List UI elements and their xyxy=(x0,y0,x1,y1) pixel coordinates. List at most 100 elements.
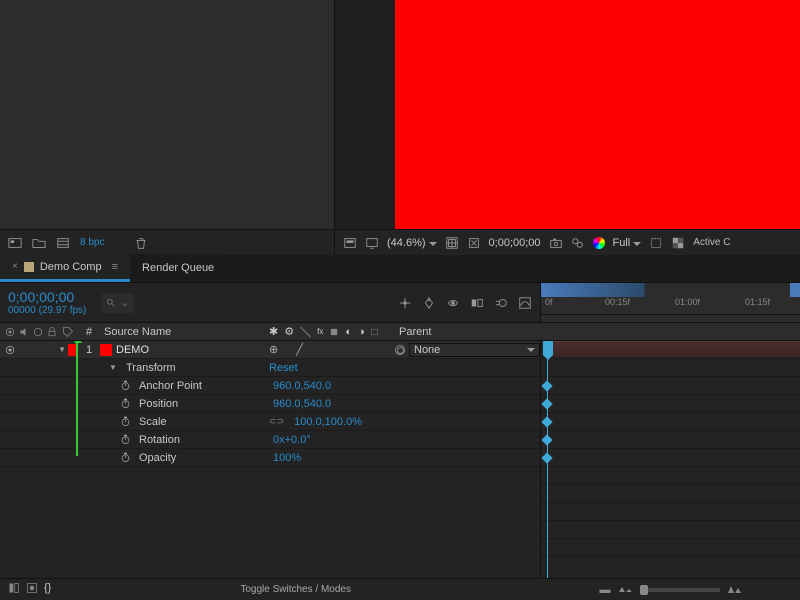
timeline-fps[interactable]: 00000 (29.97 fps) xyxy=(8,305,86,316)
zoom-out-mountain-icon xyxy=(619,587,632,592)
graph-editor-icon[interactable] xyxy=(518,296,532,310)
motion-blur-icon[interactable] xyxy=(494,296,508,310)
stopwatch-icon[interactable] xyxy=(120,434,131,445)
channel-icon[interactable] xyxy=(593,237,605,249)
zoom-in-mountain-icon xyxy=(728,586,741,593)
layer-index: 1 xyxy=(78,344,100,356)
property-value[interactable]: 960.0,540.0 xyxy=(273,398,331,410)
timeline-tabs: × Demo Comp ≡ Render Queue xyxy=(0,255,800,283)
pickwhip-icon[interactable] xyxy=(395,345,405,355)
timeline-timecode[interactable]: 0;00;00;00 xyxy=(8,289,86,305)
timeline-ruler[interactable]: 0f 00:15f 01:00f 01:15f xyxy=(541,297,800,315)
ruler-tick: 00:15f xyxy=(605,297,630,307)
transform-property-row[interactable]: Opacity 100% xyxy=(0,449,540,467)
transform-label: Transform xyxy=(126,362,176,374)
viewer-display-icon[interactable] xyxy=(365,236,379,250)
safe-zones-icon[interactable] xyxy=(445,236,459,250)
composition-viewer: (44.6%) 0;00;00;00 Full Active C xyxy=(335,0,800,255)
viewer-zoom-dropdown[interactable]: (44.6%) xyxy=(387,237,437,249)
render-queue-tab-label: Render Queue xyxy=(142,262,214,274)
draft-3d-icon[interactable] xyxy=(422,296,436,310)
property-name: Anchor Point xyxy=(139,380,202,392)
comp-mini-flowchart-icon[interactable] xyxy=(398,296,412,310)
project-bit-depth[interactable]: 8 bpc xyxy=(80,237,104,248)
playhead[interactable] xyxy=(547,341,548,578)
switches-column-header: ✱⚙＼fx ◐◑⬚ xyxy=(265,323,395,340)
twirl-layer-icon[interactable] xyxy=(58,345,66,354)
project-bin-area[interactable] xyxy=(0,0,334,229)
stopwatch-icon[interactable] xyxy=(120,380,131,391)
timeline-panel: 0;00;00;00 00000 (29.97 fps) ⌄ 0f 00:15f xyxy=(0,283,800,600)
property-name: Rotation xyxy=(139,434,180,446)
show-snapshot-icon[interactable] xyxy=(571,236,585,250)
frame-blend-icon[interactable] xyxy=(470,296,484,310)
layer-source-swatch xyxy=(100,344,112,356)
comp-swatch-icon xyxy=(24,262,34,272)
parent-dropdown[interactable]: None xyxy=(409,343,540,357)
close-tab-icon[interactable]: × xyxy=(12,261,18,272)
new-folder-icon[interactable] xyxy=(32,236,46,250)
hides-shy-icon[interactable] xyxy=(446,296,460,310)
viewer-canvas[interactable] xyxy=(335,0,800,229)
transparency-grid-icon[interactable] xyxy=(671,236,685,250)
twirl-transform-icon[interactable] xyxy=(108,363,118,372)
toggle-switches-pane-icon[interactable] xyxy=(8,582,20,597)
timeline-track-area[interactable] xyxy=(540,341,800,578)
stopwatch-icon[interactable] xyxy=(120,452,131,463)
source-name-column-header[interactable]: Source Name xyxy=(100,323,265,340)
tab-render-queue[interactable]: Render Queue xyxy=(130,254,226,282)
roi-icon[interactable] xyxy=(649,236,663,250)
hierarchy-indicator xyxy=(76,341,78,456)
constrain-proportions-icon[interactable]: ⊂⊃ xyxy=(269,416,284,427)
stopwatch-icon[interactable] xyxy=(120,416,131,427)
layer-duration-bar[interactable] xyxy=(547,341,800,357)
toggle-switches-modes-button[interactable]: Toggle Switches / Modes xyxy=(51,584,540,595)
property-value[interactable]: 100.0,100.0% xyxy=(294,416,362,428)
property-value[interactable]: 100% xyxy=(273,452,301,464)
timeline-column-header: # Source Name ✱⚙＼fx ◐◑⬚ Parent xyxy=(0,323,800,341)
zoom-out-icon[interactable]: ▬ xyxy=(600,584,611,596)
eye-icon[interactable] xyxy=(4,344,16,356)
viewer-resolution-dropdown[interactable]: Full xyxy=(613,237,642,249)
timeline-work-area[interactable]: 0f 00:15f 01:00f 01:15f xyxy=(540,283,800,322)
red-solid-layer-preview xyxy=(395,0,800,229)
property-name: Opacity xyxy=(139,452,176,464)
interpret-footage-icon[interactable] xyxy=(8,236,22,250)
lock-column-icon[interactable] xyxy=(46,326,58,338)
ruler-tick: 0f xyxy=(545,297,553,307)
audio-column-icon[interactable] xyxy=(18,326,30,338)
visibility-column-icon[interactable] xyxy=(4,326,16,338)
toggle-modes-pane-icon[interactable] xyxy=(26,582,38,597)
ruler-tick: 01:15f xyxy=(745,297,770,307)
parent-column-header[interactable]: Parent xyxy=(395,323,540,340)
timeline-search[interactable]: ⌄ xyxy=(102,293,133,313)
always-preview-icon[interactable] xyxy=(343,236,357,250)
trash-icon[interactable] xyxy=(134,236,148,250)
index-column-header[interactable]: # xyxy=(78,323,100,340)
timeline-zoom-slider[interactable] xyxy=(640,588,720,592)
transform-property-row[interactable]: Rotation 0x+0.0° xyxy=(0,431,540,449)
tab-menu-icon[interactable]: ≡ xyxy=(112,261,118,273)
snapshot-icon[interactable] xyxy=(549,236,563,250)
parent-value: None xyxy=(414,344,440,356)
new-comp-icon[interactable] xyxy=(56,236,70,250)
label-column-icon[interactable] xyxy=(62,326,74,338)
viewer-timecode[interactable]: 0;00;00;00 xyxy=(489,237,541,249)
property-name: Position xyxy=(139,398,178,410)
transform-property-row[interactable]: Scale⊂⊃100.0,100.0% xyxy=(0,413,540,431)
transform-group-row[interactable]: Transform Reset xyxy=(0,359,540,377)
layer-row[interactable]: 1 DEMO ⊕ ╱ None xyxy=(0,341,540,359)
viewer-active-camera-dropdown[interactable]: Active C xyxy=(693,237,730,248)
toggle-in-out-pane-icon[interactable]: {} xyxy=(44,582,51,597)
project-panel-footer: 8 bpc xyxy=(0,229,334,255)
property-value[interactable]: 0x+0.0° xyxy=(273,434,311,446)
layer-name[interactable]: DEMO xyxy=(116,344,149,356)
transform-property-row[interactable]: Position 960.0,540.0 xyxy=(0,395,540,413)
stopwatch-icon[interactable] xyxy=(120,398,131,409)
property-value[interactable]: 960.0,540.0 xyxy=(273,380,331,392)
tab-demo-comp[interactable]: × Demo Comp ≡ xyxy=(0,254,130,282)
mask-toggle-icon[interactable] xyxy=(467,236,481,250)
transform-property-row[interactable]: Anchor Point 960.0,540.0 xyxy=(0,377,540,395)
solo-column-icon[interactable] xyxy=(32,326,44,338)
transform-reset-button[interactable]: Reset xyxy=(269,362,298,374)
